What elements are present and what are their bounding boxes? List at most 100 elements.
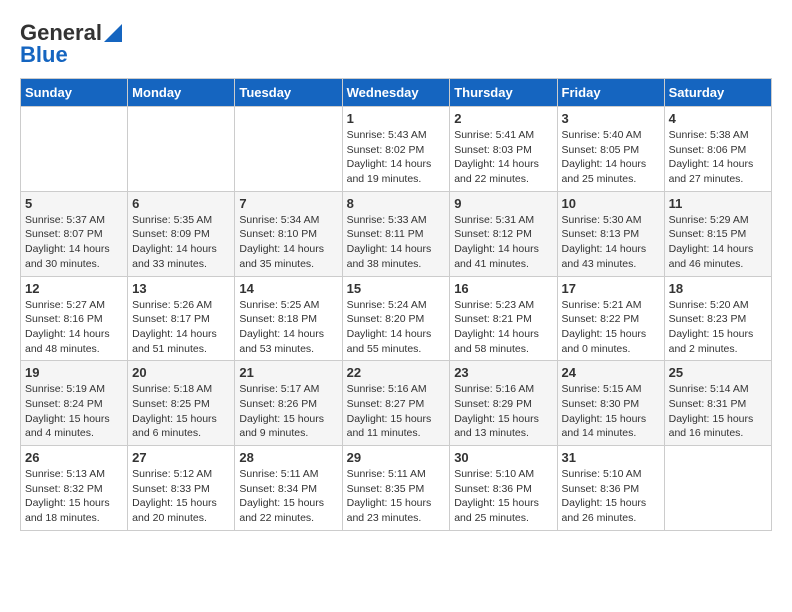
calendar-table: SundayMondayTuesdayWednesdayThursdayFrid… — [20, 78, 772, 531]
calendar-cell: 24 Sunrise: 5:15 AM Sunset: 8:30 PM Dayli… — [557, 361, 664, 446]
weekday-header: Tuesday — [235, 79, 342, 107]
day-info: Sunrise: 5:11 AM Sunset: 8:34 PM Dayligh… — [239, 467, 337, 526]
calendar-cell: 23 Sunrise: 5:16 AM Sunset: 8:29 PM Dayli… — [450, 361, 557, 446]
day-number: 14 — [239, 281, 337, 296]
day-info: Sunrise: 5:10 AM Sunset: 8:36 PM Dayligh… — [454, 467, 552, 526]
day-number: 16 — [454, 281, 552, 296]
day-info: Sunrise: 5:20 AM Sunset: 8:23 PM Dayligh… — [669, 298, 767, 357]
day-info: Sunrise: 5:38 AM Sunset: 8:06 PM Dayligh… — [669, 128, 767, 187]
logo-blue-text: Blue — [20, 42, 68, 68]
day-number: 31 — [562, 450, 660, 465]
day-number: 15 — [347, 281, 446, 296]
day-number: 20 — [132, 365, 230, 380]
calendar-cell: 31 Sunrise: 5:10 AM Sunset: 8:36 PM Dayli… — [557, 446, 664, 531]
day-number: 22 — [347, 365, 446, 380]
calendar-cell: 12 Sunrise: 5:27 AM Sunset: 8:16 PM Dayli… — [21, 276, 128, 361]
calendar-cell: 28Sunrise: 5:11 AM Sunset: 8:34 PM Dayli… — [235, 446, 342, 531]
day-number: 12 — [25, 281, 123, 296]
page-header: General Blue — [20, 20, 772, 68]
day-number: 10 — [562, 196, 660, 211]
day-number: 27 — [132, 450, 230, 465]
calendar-cell: 16 Sunrise: 5:23 AM Sunset: 8:21 PM Dayli… — [450, 276, 557, 361]
day-info: Sunrise: 5:17 AM Sunset: 8:26 PM Dayligh… — [239, 382, 337, 441]
day-info: Sunrise: 5:35 AM Sunset: 8:09 PM Dayligh… — [132, 213, 230, 272]
calendar-cell: 25Sunrise: 5:14 AM Sunset: 8:31 PM Dayli… — [664, 361, 771, 446]
day-number: 30 — [454, 450, 552, 465]
day-info: Sunrise: 5:23 AM Sunset: 8:21 PM Dayligh… — [454, 298, 552, 357]
calendar-week-row: 26 Sunrise: 5:13 AM Sunset: 8:32 PM Dayli… — [21, 446, 772, 531]
day-number: 17 — [562, 281, 660, 296]
day-number: 6 — [132, 196, 230, 211]
calendar-cell: 19 Sunrise: 5:19 AM Sunset: 8:24 PM Dayli… — [21, 361, 128, 446]
calendar-cell: 3 Sunrise: 5:40 AM Sunset: 8:05 PM Daylig… — [557, 107, 664, 192]
day-number: 29 — [347, 450, 446, 465]
weekday-header: Thursday — [450, 79, 557, 107]
day-info: Sunrise: 5:31 AM Sunset: 8:12 PM Dayligh… — [454, 213, 552, 272]
calendar-cell: 14Sunrise: 5:25 AM Sunset: 8:18 PM Dayli… — [235, 276, 342, 361]
day-info: Sunrise: 5:29 AM Sunset: 8:15 PM Dayligh… — [669, 213, 767, 272]
calendar-cell: 20Sunrise: 5:18 AM Sunset: 8:25 PM Dayli… — [128, 361, 235, 446]
day-info: Sunrise: 5:33 AM Sunset: 8:11 PM Dayligh… — [347, 213, 446, 272]
day-number: 2 — [454, 111, 552, 126]
calendar-cell: 10 Sunrise: 5:30 AM Sunset: 8:13 PM Dayli… — [557, 191, 664, 276]
day-number: 26 — [25, 450, 123, 465]
day-number: 3 — [562, 111, 660, 126]
day-number: 9 — [454, 196, 552, 211]
day-info: Sunrise: 5:12 AM Sunset: 8:33 PM Dayligh… — [132, 467, 230, 526]
calendar-cell: 8 Sunrise: 5:33 AM Sunset: 8:11 PM Daylig… — [342, 191, 450, 276]
day-info: Sunrise: 5:14 AM Sunset: 8:31 PM Dayligh… — [669, 382, 767, 441]
day-number: 8 — [347, 196, 446, 211]
day-info: Sunrise: 5:21 AM Sunset: 8:22 PM Dayligh… — [562, 298, 660, 357]
day-info: Sunrise: 5:10 AM Sunset: 8:36 PM Dayligh… — [562, 467, 660, 526]
weekday-header: Saturday — [664, 79, 771, 107]
day-number: 5 — [25, 196, 123, 211]
logo-arrow-icon — [104, 24, 122, 42]
day-info: Sunrise: 5:30 AM Sunset: 8:13 PM Dayligh… — [562, 213, 660, 272]
calendar-cell — [21, 107, 128, 192]
day-number: 4 — [669, 111, 767, 126]
day-number: 24 — [562, 365, 660, 380]
calendar-cell: 22Sunrise: 5:16 AM Sunset: 8:27 PM Dayli… — [342, 361, 450, 446]
calendar-cell: 6 Sunrise: 5:35 AM Sunset: 8:09 PM Daylig… — [128, 191, 235, 276]
calendar-cell: 11Sunrise: 5:29 AM Sunset: 8:15 PM Dayli… — [664, 191, 771, 276]
calendar-week-row: 12 Sunrise: 5:27 AM Sunset: 8:16 PM Dayli… — [21, 276, 772, 361]
day-info: Sunrise: 5:27 AM Sunset: 8:16 PM Dayligh… — [25, 298, 123, 357]
day-info: Sunrise: 5:26 AM Sunset: 8:17 PM Dayligh… — [132, 298, 230, 357]
weekday-header: Wednesday — [342, 79, 450, 107]
calendar-cell: 21 Sunrise: 5:17 AM Sunset: 8:26 PM Dayli… — [235, 361, 342, 446]
calendar-cell: 7 Sunrise: 5:34 AM Sunset: 8:10 PM Daylig… — [235, 191, 342, 276]
weekday-header: Friday — [557, 79, 664, 107]
day-info: Sunrise: 5:15 AM Sunset: 8:30 PM Dayligh… — [562, 382, 660, 441]
calendar-week-row: 1Sunrise: 5:43 AM Sunset: 8:02 PM Daylig… — [21, 107, 772, 192]
calendar-week-row: 19 Sunrise: 5:19 AM Sunset: 8:24 PM Dayli… — [21, 361, 772, 446]
day-info: Sunrise: 5:19 AM Sunset: 8:24 PM Dayligh… — [25, 382, 123, 441]
calendar-cell: 18 Sunrise: 5:20 AM Sunset: 8:23 PM Dayli… — [664, 276, 771, 361]
day-number: 23 — [454, 365, 552, 380]
weekday-header: Sunday — [21, 79, 128, 107]
day-info: Sunrise: 5:34 AM Sunset: 8:10 PM Dayligh… — [239, 213, 337, 272]
calendar-cell — [664, 446, 771, 531]
calendar-week-row: 5 Sunrise: 5:37 AM Sunset: 8:07 PM Daylig… — [21, 191, 772, 276]
calendar-cell: 17 Sunrise: 5:21 AM Sunset: 8:22 PM Dayli… — [557, 276, 664, 361]
day-number: 18 — [669, 281, 767, 296]
day-info: Sunrise: 5:40 AM Sunset: 8:05 PM Dayligh… — [562, 128, 660, 187]
day-number: 21 — [239, 365, 337, 380]
calendar-cell: 1Sunrise: 5:43 AM Sunset: 8:02 PM Daylig… — [342, 107, 450, 192]
day-number: 13 — [132, 281, 230, 296]
calendar-cell: 30 Sunrise: 5:10 AM Sunset: 8:36 PM Dayli… — [450, 446, 557, 531]
calendar-cell: 13 Sunrise: 5:26 AM Sunset: 8:17 PM Dayli… — [128, 276, 235, 361]
day-info: Sunrise: 5:16 AM Sunset: 8:29 PM Dayligh… — [454, 382, 552, 441]
calendar-cell — [128, 107, 235, 192]
day-info: Sunrise: 5:43 AM Sunset: 8:02 PM Dayligh… — [347, 128, 446, 187]
calendar-cell: 9 Sunrise: 5:31 AM Sunset: 8:12 PM Daylig… — [450, 191, 557, 276]
day-number: 19 — [25, 365, 123, 380]
calendar-cell — [235, 107, 342, 192]
day-number: 7 — [239, 196, 337, 211]
weekday-header: Monday — [128, 79, 235, 107]
day-info: Sunrise: 5:24 AM Sunset: 8:20 PM Dayligh… — [347, 298, 446, 357]
day-info: Sunrise: 5:13 AM Sunset: 8:32 PM Dayligh… — [25, 467, 123, 526]
logo: General Blue — [20, 20, 122, 68]
day-info: Sunrise: 5:41 AM Sunset: 8:03 PM Dayligh… — [454, 128, 552, 187]
calendar-cell: 2 Sunrise: 5:41 AM Sunset: 8:03 PM Daylig… — [450, 107, 557, 192]
day-info: Sunrise: 5:37 AM Sunset: 8:07 PM Dayligh… — [25, 213, 123, 272]
